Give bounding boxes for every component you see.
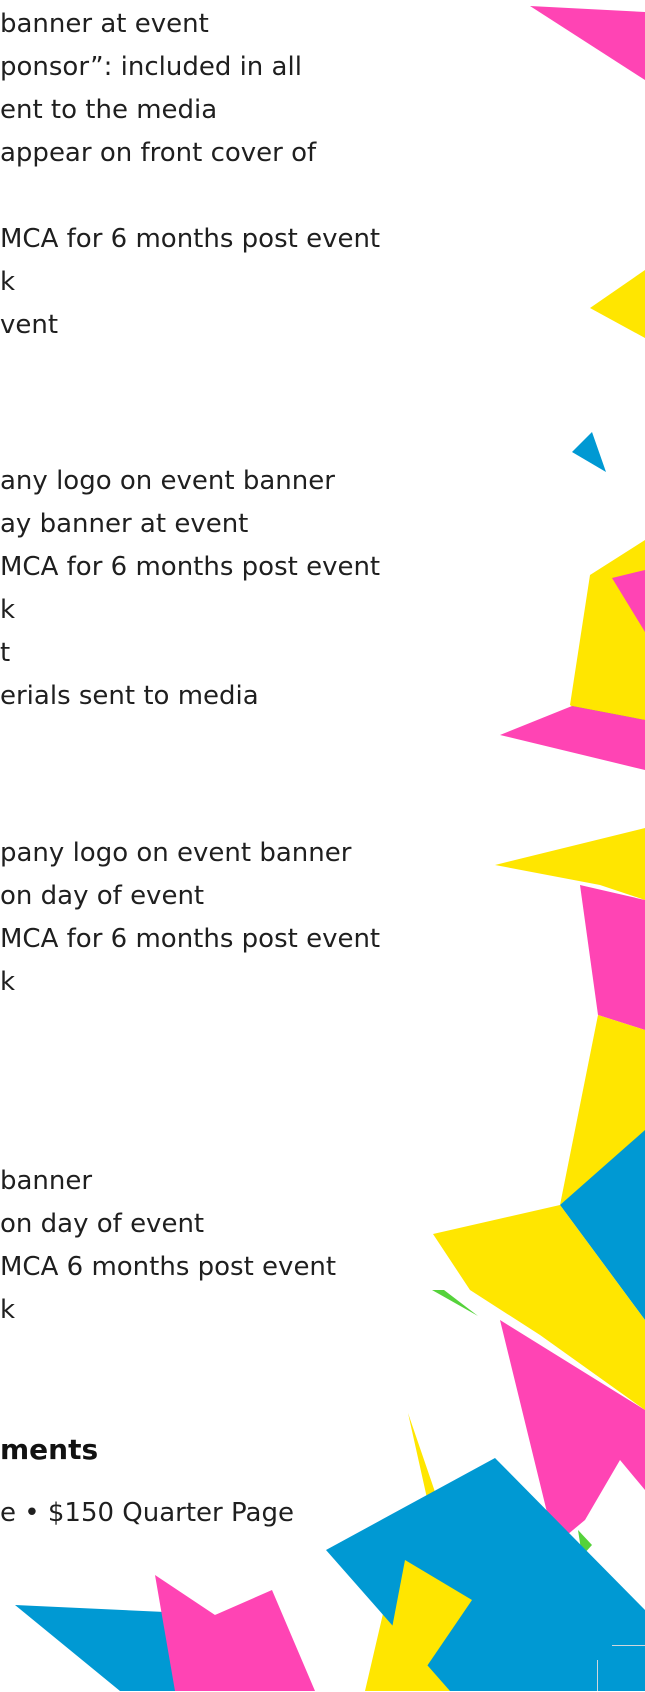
benefit-line: pany logo on event banner bbox=[0, 838, 352, 868]
pink-band bbox=[580, 885, 645, 1030]
benefit-line: on day of event bbox=[0, 1209, 205, 1239]
benefit-line: banner at event bbox=[0, 9, 209, 39]
yellow-triangle-upper bbox=[590, 270, 645, 338]
benefit-line: ponsor”: included in all bbox=[0, 52, 302, 82]
benefit-line: appear on front cover of bbox=[0, 138, 317, 168]
benefit-line: t bbox=[0, 638, 11, 668]
benefit-line: banner bbox=[0, 1166, 93, 1196]
benefit-line: MCA for 6 months post event bbox=[0, 924, 381, 954]
benefit-line: k bbox=[0, 595, 16, 625]
benefit-line: MCA 6 months post event bbox=[0, 1252, 337, 1282]
benefit-line: ent to the media bbox=[0, 95, 218, 125]
benefit-line: ay banner at event bbox=[0, 509, 249, 539]
advertisement-prices: e • $150 Quarter Page bbox=[0, 1498, 294, 1528]
benefit-line: on day of event bbox=[0, 881, 205, 911]
benefit-line: MCA for 6 months post event bbox=[0, 552, 381, 582]
blue-triangle-small bbox=[572, 432, 606, 472]
pink-triangle-top bbox=[530, 6, 645, 80]
benefit-line: vent bbox=[0, 310, 59, 340]
benefit-line: erials sent to media bbox=[0, 681, 259, 711]
benefit-line: k bbox=[0, 267, 16, 297]
advertisements-heading: ments bbox=[0, 1433, 99, 1466]
corner-crop-mark-vertical bbox=[597, 1660, 599, 1691]
benefit-line: k bbox=[0, 1295, 16, 1325]
green-triangle-lower bbox=[432, 1290, 478, 1316]
corner-crop-mark bbox=[612, 1645, 645, 1692]
yellow-spear bbox=[495, 828, 645, 900]
benefit-line: MCA for 6 months post event bbox=[0, 224, 381, 254]
benefit-line: k bbox=[0, 967, 16, 997]
benefit-line: any logo on event banner bbox=[0, 466, 335, 496]
